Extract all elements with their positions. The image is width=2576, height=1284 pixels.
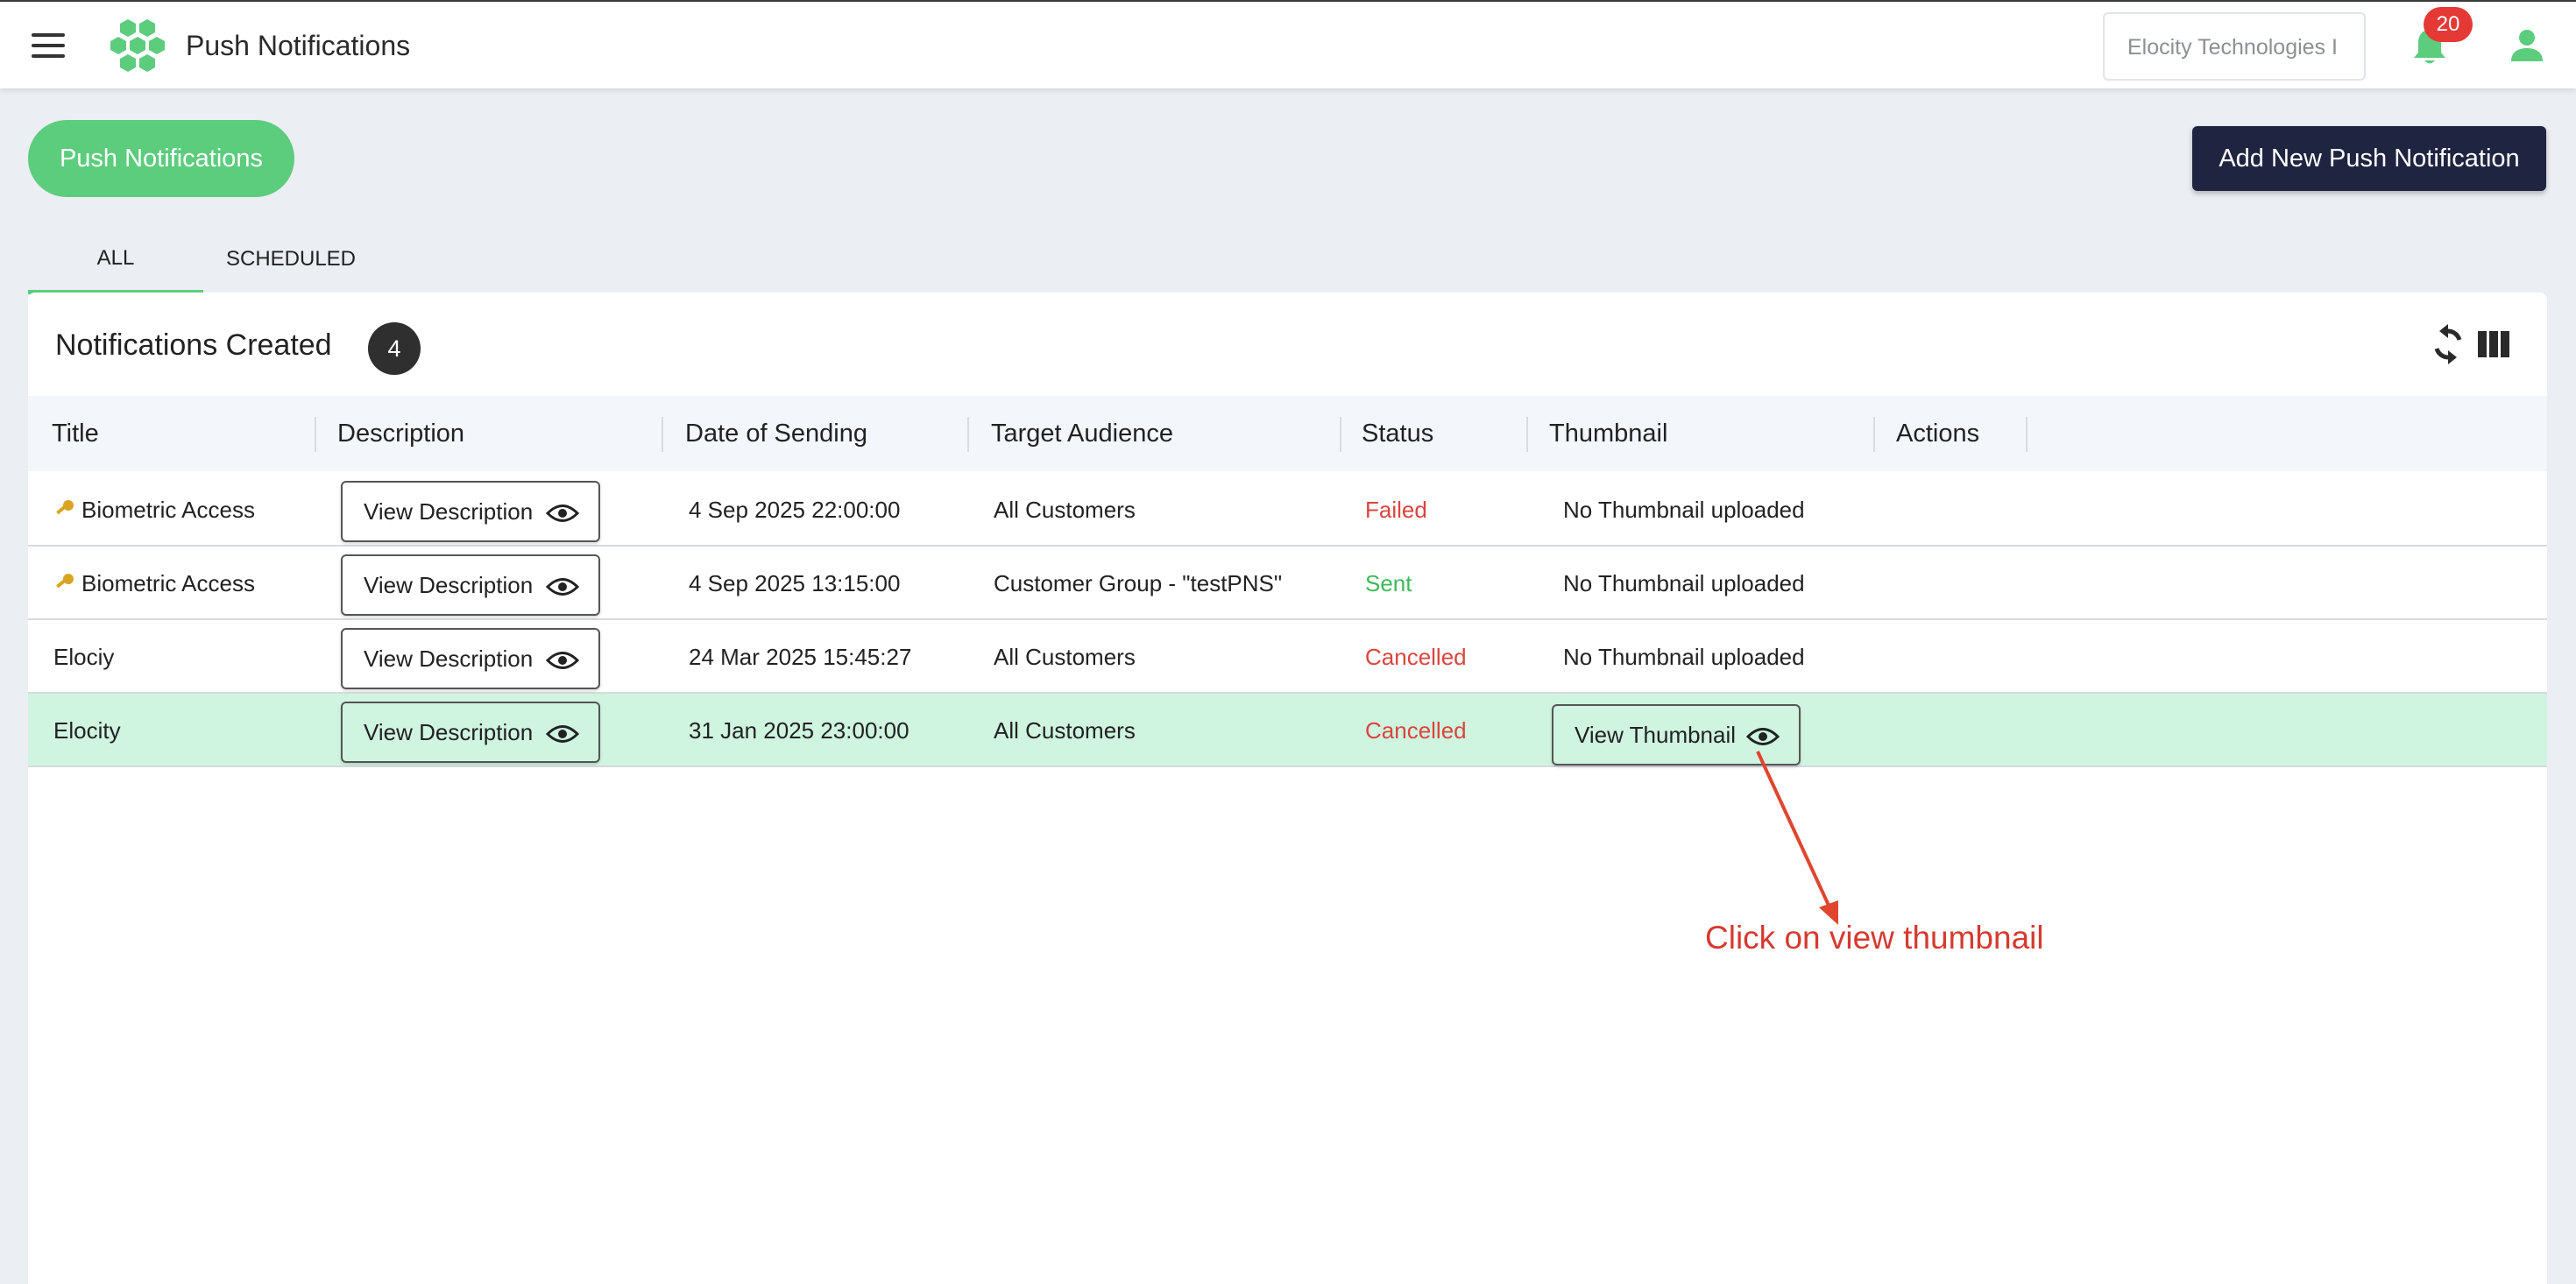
row-audience: Customer Group - "testPNS" [994,569,1283,596]
annotation-text: Click on view thumbnail [1705,920,2044,956]
row-audience: All Customers [994,496,1136,523]
view-description-button[interactable]: View Description [341,628,600,689]
column-divider [662,417,663,452]
row-date: 31 Jan 2025 23:00:00 [689,716,909,744]
notifications-card: Notifications Created 4 Title Descriptio… [28,293,2547,1284]
eye-icon [546,578,579,596]
table-row: Biometric Access View Description 4 Sep … [28,547,2547,620]
row-audience: All Customers [994,716,1136,744]
tab-scheduled[interactable]: SCHEDULED [203,226,379,294]
row-title: Elociy [53,643,115,670]
tab-all[interactable]: ALL [28,226,203,294]
view-description-button[interactable]: View Description [341,702,600,763]
refresh-icon[interactable] [2431,324,2466,364]
view-description-button[interactable]: View Description [341,481,600,542]
company-selector[interactable]: Elocity Technologies I [2103,12,2366,81]
page-title-pill: Push Notifications [28,120,294,197]
column-divider [315,417,316,452]
row-thumbnail: No Thumbnail uploaded [1563,496,1805,523]
column-divider [967,417,969,452]
eye-icon [546,725,579,743]
row-date: 4 Sep 2025 22:00:00 [689,496,901,523]
column-divider [1526,417,1528,452]
row-date: 4 Sep 2025 13:15:00 [689,569,901,596]
row-thumbnail: No Thumbnail uploaded [1563,643,1805,670]
notification-count-badge: 20 [2424,7,2473,42]
add-new-push-notification-button[interactable]: Add New Push Notification [2192,126,2546,191]
column-divider [1873,417,1875,452]
top-bar: Push Notifications Elocity Technologies … [0,0,2576,88]
view-description-label: View Description [364,718,534,745]
app-title: Push Notifications [186,30,411,61]
key-icon [56,574,74,589]
view-description-label: View Description [364,571,534,598]
row-status: Failed [1365,496,1427,523]
columns-icon[interactable] [2478,331,2509,357]
view-thumbnail-label: View Thumbnail [1575,721,1737,748]
row-title: Elocity [53,716,121,744]
row-title-text: Biometric Access [81,569,255,596]
eye-icon [546,504,579,522]
column-header-actions[interactable]: Actions [1896,396,1979,471]
column-divider [2026,417,2028,452]
row-title: Biometric Access [53,547,255,620]
row-status: Cancelled [1365,643,1467,670]
arrow-icon [1756,751,1838,925]
column-header-description[interactable]: Description [337,396,464,471]
menu-icon[interactable] [32,33,65,58]
table-row: Biometric Access View Description 4 Sep … [28,473,2547,547]
view-description-label: View Description [364,645,534,672]
view-description-label: View Description [364,497,534,525]
table-header: Title Description Date of Sending Target… [28,396,2547,471]
column-header-title[interactable]: Title [52,396,99,471]
row-audience: All Customers [994,643,1136,670]
column-header-status[interactable]: Status [1362,396,1433,471]
column-header-audience[interactable]: Target Audience [991,396,1173,471]
row-thumbnail: No Thumbnail uploaded [1563,569,1805,596]
column-header-thumbnail[interactable]: Thumbnail [1549,396,1667,471]
card-title: Notifications Created [55,328,332,362]
row-status: Cancelled [1365,716,1467,744]
column-divider [1340,417,1341,452]
tab-bar: ALL SCHEDULED [28,226,379,294]
row-date: 24 Mar 2025 15:45:27 [689,643,912,670]
key-icon [56,500,74,515]
row-title: Biometric Access [53,473,255,547]
count-badge: 4 [368,322,421,375]
table-row: Elociy View Description 24 Mar 2025 15:4… [28,620,2547,694]
eye-icon [546,652,579,669]
row-title-text: Biometric Access [81,496,255,523]
view-description-button[interactable]: View Description [341,554,600,616]
user-icon[interactable] [2508,26,2546,65]
logo-icon [110,19,165,72]
table-row: Elocity View Description 31 Jan 2025 23:… [28,694,2547,767]
row-status: Sent [1365,569,1412,596]
column-header-date[interactable]: Date of Sending [685,396,867,471]
